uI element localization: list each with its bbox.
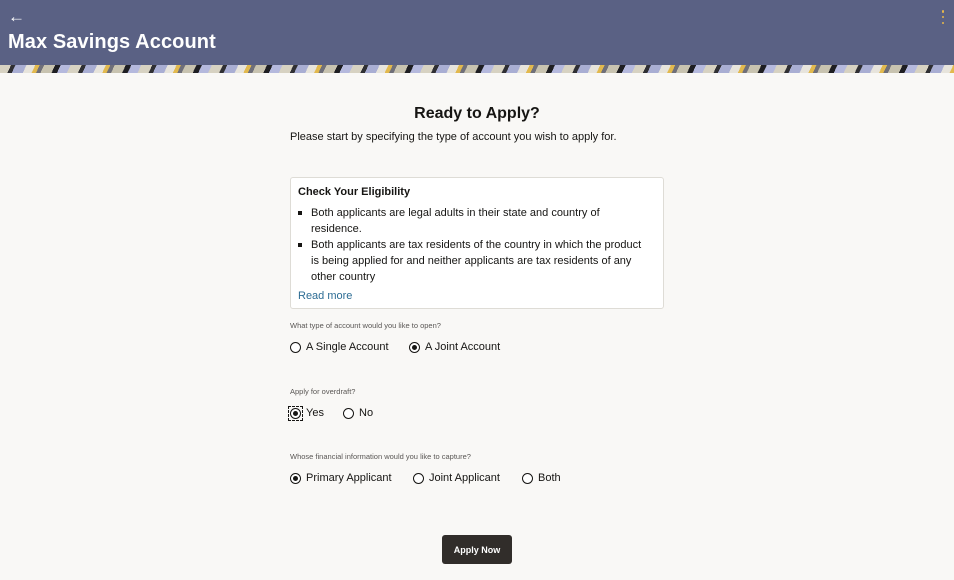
radio-unchecked-icon (343, 407, 354, 419)
apply-now-button[interactable]: Apply Now (442, 535, 512, 564)
radio-label: A Joint Account (425, 341, 501, 353)
radio-label: Yes (306, 407, 324, 419)
arrow-left-icon: ← (8, 7, 25, 26)
radio-label: A Single Account (306, 341, 389, 353)
radio-unchecked-icon (290, 341, 301, 353)
app-header: ← Max Savings Account (0, 0, 954, 65)
radio-single-account[interactable]: A Single Account (290, 341, 389, 353)
page-title: Max Savings Account (8, 31, 216, 53)
radio-unchecked-icon (413, 472, 424, 484)
kebab-menu-icon[interactable] (940, 10, 946, 24)
radio-label: Joint Applicant (429, 472, 500, 484)
list-item: Both applicants are tax residents of the… (298, 237, 643, 285)
eligibility-card: Check Your Eligibility Both applicants a… (290, 177, 664, 309)
financial-info-label: Whose financial information would you li… (290, 452, 471, 461)
radio-overdraft-yes[interactable]: Yes (288, 405, 324, 421)
radio-joint-account[interactable]: A Joint Account (409, 341, 500, 353)
radio-unchecked-icon (522, 472, 533, 484)
section-heading: Ready to Apply? (414, 105, 540, 122)
eligibility-list: Both applicants are legal adults in thei… (298, 205, 643, 285)
radio-both[interactable]: Both (522, 472, 561, 484)
eligibility-title: Check Your Eligibility (298, 186, 411, 198)
radio-joint-applicant[interactable]: Joint Applicant (413, 472, 500, 484)
section-subheading: Please start by specifying the type of a… (290, 131, 617, 143)
radio-label: Both (538, 472, 561, 484)
radio-label: No (359, 407, 374, 419)
decorative-banner (0, 65, 954, 73)
radio-primary-applicant[interactable]: Primary Applicant (290, 472, 392, 484)
focus-ring (288, 405, 303, 421)
list-item: Both applicants are legal adults in thei… (298, 205, 643, 237)
radio-checked-icon (290, 407, 301, 419)
radio-checked-icon (409, 341, 420, 353)
read-more-link[interactable]: Read more (298, 290, 352, 302)
account-type-label: What type of account would you like to o… (290, 321, 441, 330)
overdraft-label: Apply for overdraft? (290, 387, 356, 396)
radio-checked-icon (290, 472, 301, 484)
radio-label: Primary Applicant (306, 472, 392, 484)
back-button[interactable]: ← (8, 6, 32, 28)
radio-overdraft-no[interactable]: No (343, 407, 373, 419)
